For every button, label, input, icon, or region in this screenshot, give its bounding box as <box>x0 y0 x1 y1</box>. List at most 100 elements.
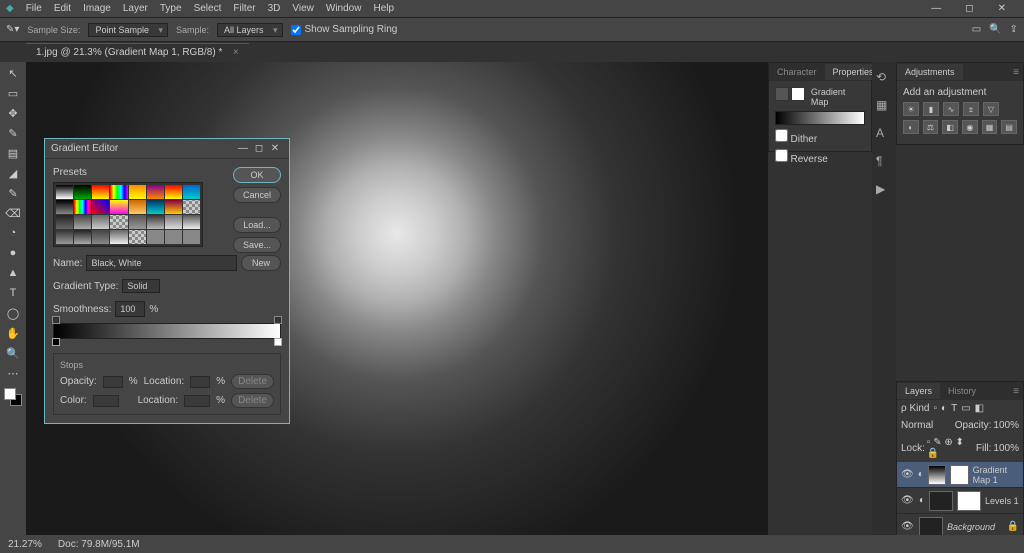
window-restore-icon[interactable]: ◻ <box>965 3 973 14</box>
tool-pen[interactable]: ▲ <box>2 264 24 282</box>
adj-mixer[interactable]: ▦ <box>982 120 998 134</box>
stop-opacity-input[interactable] <box>103 376 123 388</box>
preset-swatch[interactable] <box>183 215 200 229</box>
preset-swatch[interactable] <box>129 200 146 214</box>
tool-eyedropper[interactable]: ◢ <box>2 164 24 182</box>
preset-swatch[interactable] <box>129 185 146 199</box>
adj-brightness[interactable]: ☀ <box>903 102 919 116</box>
tool-frame[interactable]: ▤ <box>2 144 24 162</box>
opacity-stop-left[interactable] <box>52 316 60 324</box>
dialog-close-icon[interactable]: ✕ <box>267 143 283 154</box>
foreground-color[interactable] <box>4 388 16 400</box>
preset-swatch[interactable] <box>56 200 73 214</box>
preset-swatch[interactable] <box>74 215 91 229</box>
preset-swatch[interactable] <box>110 230 127 244</box>
preset-swatch[interactable] <box>56 215 73 229</box>
preset-swatch[interactable] <box>165 215 182 229</box>
paragraph-icon[interactable]: ¶ <box>876 154 892 170</box>
preset-swatch[interactable] <box>74 200 91 214</box>
visibility-icon[interactable]: 👁 <box>901 495 915 506</box>
preset-swatch[interactable] <box>56 185 73 199</box>
tool-marquee[interactable]: ▭ <box>2 84 24 102</box>
filter-smart-icon[interactable]: ◧ <box>975 403 984 414</box>
gradient-bar[interactable] <box>53 323 281 339</box>
menu-filter[interactable]: Filter <box>233 3 255 14</box>
new-button[interactable]: New <box>241 255 281 271</box>
gradient-preview[interactable] <box>775 111 865 125</box>
tab-character[interactable]: Character <box>769 64 825 80</box>
menu-3d[interactable]: 3D <box>268 3 281 14</box>
gradient-type-select[interactable]: Solid <box>122 279 160 293</box>
preset-swatch[interactable] <box>110 215 127 229</box>
sample-size-select[interactable]: Point Sample <box>88 23 168 37</box>
preset-swatch[interactable] <box>110 185 127 199</box>
menu-file[interactable]: File <box>26 3 42 14</box>
window-close-icon[interactable]: ✕ <box>998 3 1006 14</box>
tab-layers[interactable]: Layers <box>897 383 940 399</box>
menu-view[interactable]: View <box>292 3 314 14</box>
ok-button[interactable]: OK <box>233 167 281 183</box>
show-ring-checkbox[interactable] <box>291 25 301 35</box>
adj-lookup[interactable]: ▤ <box>1001 120 1017 134</box>
window-minimize-icon[interactable]: — <box>931 3 941 14</box>
preset-swatch[interactable] <box>74 185 91 199</box>
dialog-minimize-icon[interactable]: — <box>235 143 251 154</box>
tool-zoom[interactable]: 🔍 <box>2 344 24 362</box>
history-icon[interactable]: ⟲ <box>876 70 892 86</box>
panel-menu-icon[interactable]: ≡ <box>1013 386 1019 397</box>
tool-type[interactable]: T <box>2 284 24 302</box>
tab-close-icon[interactable]: × <box>233 47 239 58</box>
save-button[interactable]: Save... <box>233 237 281 253</box>
preset-swatch[interactable] <box>147 200 164 214</box>
layer-row[interactable]: 👁 ◐ Gradient Map 1 <box>897 462 1023 488</box>
preset-swatch[interactable] <box>129 215 146 229</box>
filter-adj-icon[interactable]: ◐ <box>941 403 947 414</box>
color-swatches[interactable] <box>4 388 22 406</box>
panel-toggle-icon[interactable]: ▭ <box>972 24 981 35</box>
preset-swatch[interactable] <box>92 230 109 244</box>
preset-swatch[interactable] <box>183 230 200 244</box>
lock-icons[interactable]: ▫ ✎ ⊕ ⬍ 🔒 <box>927 437 974 459</box>
preset-swatch[interactable] <box>92 200 109 214</box>
preset-swatch[interactable] <box>165 230 182 244</box>
visibility-icon[interactable]: 👁 <box>901 469 914 480</box>
menu-type[interactable]: Type <box>160 3 182 14</box>
preset-swatch[interactable] <box>56 230 73 244</box>
dither-checkbox[interactable] <box>775 129 788 142</box>
tool-gradient[interactable]: ● <box>2 244 24 262</box>
blend-mode-select[interactable]: Normal <box>901 420 933 431</box>
preset-swatch[interactable] <box>147 230 164 244</box>
color-stop-right[interactable] <box>274 338 282 346</box>
filter-pixel-icon[interactable]: ▫ <box>933 403 937 414</box>
preset-swatch[interactable] <box>183 185 200 199</box>
opacity-value[interactable]: 100% <box>993 420 1019 431</box>
tab-adjustments[interactable]: Adjustments <box>897 64 963 80</box>
adj-photo[interactable]: ◉ <box>962 120 978 134</box>
smoothness-input[interactable] <box>115 301 145 317</box>
menu-select[interactable]: Select <box>194 3 222 14</box>
preset-swatch[interactable] <box>147 185 164 199</box>
share-icon[interactable]: ⇪ <box>1010 24 1018 35</box>
menu-window[interactable]: Window <box>326 3 362 14</box>
load-button[interactable]: Load... <box>233 217 281 233</box>
document-tab[interactable]: 1.jpg @ 21.3% (Gradient Map 1, RGB/8) * … <box>26 43 249 61</box>
adj-hue[interactable]: ◐ <box>903 120 919 134</box>
preset-swatch[interactable] <box>92 215 109 229</box>
adj-balance[interactable]: ⚖ <box>923 120 939 134</box>
filter-shape-icon[interactable]: ▭ <box>961 403 970 414</box>
tool-crop[interactable]: ✎ <box>2 124 24 142</box>
preset-swatch[interactable] <box>92 185 109 199</box>
menu-layer[interactable]: Layer <box>123 3 148 14</box>
tool-move[interactable]: ↖ <box>2 64 24 82</box>
stop-location2-input[interactable] <box>184 395 210 407</box>
preset-swatch[interactable] <box>129 230 146 244</box>
adj-exposure[interactable]: ± <box>963 102 979 116</box>
doc-info[interactable]: Doc: 79.8M/95.1M <box>58 539 140 550</box>
tool-brush[interactable]: ✎ <box>2 184 24 202</box>
preset-swatch[interactable] <box>74 230 91 244</box>
opacity-stop-right[interactable] <box>274 316 282 324</box>
stop-location-input[interactable] <box>190 376 210 388</box>
tool-clone[interactable]: ◔ <box>2 224 24 242</box>
adj-curves[interactable]: ∿ <box>943 102 959 116</box>
menu-edit[interactable]: Edit <box>54 3 71 14</box>
